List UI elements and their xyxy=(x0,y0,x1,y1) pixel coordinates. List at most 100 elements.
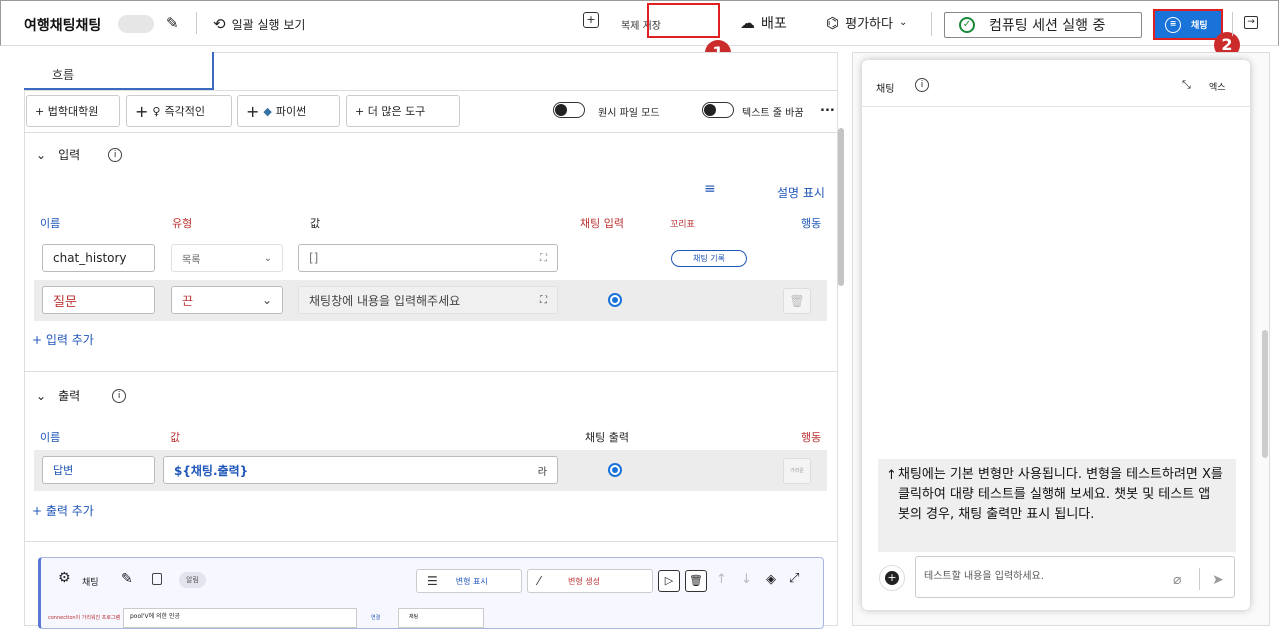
flow-editor-panel xyxy=(24,52,838,626)
plus-icon: + xyxy=(135,101,149,121)
info-icon: i xyxy=(112,388,127,403)
more-tools-button[interactable]: + 더 많은 도구 xyxy=(346,95,460,127)
chat-notice-text: 채팅에는 기본 변형만 사용됩니다. 변형을 테스트하려면 X를 클릭하여 대량… xyxy=(898,467,1223,522)
edit-pencil-icon[interactable]: ✎ xyxy=(121,571,133,587)
deploy-label: 배포 xyxy=(761,16,787,32)
delete-node-icon[interactable]: 🗑 xyxy=(685,570,707,592)
divider xyxy=(931,12,932,36)
add-output-link[interactable]: + 출력 추가 xyxy=(32,502,94,519)
api-select[interactable]: 채팅 xyxy=(398,608,484,628)
col-value: 값 xyxy=(170,431,181,444)
move-up-icon[interactable]: ↑ xyxy=(716,572,727,587)
divider xyxy=(1199,568,1200,590)
col-tail: 꼬리표 xyxy=(670,220,695,230)
compute-session-button[interactable]: ✓ 컴퓨팅 세션 실행 중 xyxy=(944,12,1142,38)
new-chat-button[interactable]: + xyxy=(879,565,905,591)
chat-notice: ↑ 채팅에는 기본 변형만 사용됩니다. 변형을 테스트하려면 X를 클릭하여 … xyxy=(878,459,1236,552)
plus-circle-icon: + xyxy=(885,571,899,585)
info-arrow-icon: ↑ xyxy=(886,468,897,483)
input-value-field[interactable]: 채팅창에 내용을 입력해주세요 ⛶ xyxy=(298,286,558,314)
show-variants-button[interactable]: ☰ 변형 표시 xyxy=(416,569,522,593)
flow-toggle[interactable] xyxy=(118,15,154,33)
copy-icon[interactable] xyxy=(152,573,162,585)
info-icon: i xyxy=(108,147,123,162)
run-node-icon[interactable]: ▷ xyxy=(658,570,680,592)
scrollbar[interactable] xyxy=(1262,330,1268,458)
col-value: 값 xyxy=(310,217,321,230)
node-title: 채팅 xyxy=(82,578,99,588)
input-name-field[interactable]: chat_history xyxy=(42,244,155,272)
divider xyxy=(24,371,838,372)
scrollbar[interactable] xyxy=(838,128,844,286)
show-description-link[interactable]: 설명 표시 xyxy=(777,184,825,201)
api-label: 연결 xyxy=(371,615,381,621)
instant-button[interactable]: + ♀ 즉각적인 xyxy=(126,95,232,127)
evaluate-button[interactable]: ⌬ 평가하다 ⌄ xyxy=(826,13,907,33)
connection-field[interactable]: pool'V에 의한 인공 xyxy=(123,608,357,628)
info-icon: i xyxy=(915,78,929,92)
python-label: 파이썬 xyxy=(275,105,307,118)
col-chat-input: 채팅 입력 xyxy=(580,217,624,230)
chat-expand-label[interactable]: 엑스 xyxy=(1209,80,1226,93)
panel-toggle-icon[interactable]: → xyxy=(1244,16,1258,29)
output-suffix: 라 xyxy=(537,466,547,478)
chat-bubble-icon: ≡ xyxy=(1165,16,1181,33)
edit-pencil-icon[interactable]: ✎ xyxy=(166,14,179,32)
delete-icon[interactable]: 🗑 xyxy=(783,288,811,314)
send-icon[interactable]: ➤ xyxy=(1212,572,1224,588)
chat-button-label: 채팅 xyxy=(1191,21,1208,31)
col-name: 이름 xyxy=(40,431,61,444)
evaluate-label: 평가하다 xyxy=(845,17,893,32)
outputs-section-header[interactable]: ⌄ 출력 i xyxy=(36,387,127,404)
chat-title: 채팅 xyxy=(876,84,895,95)
deploy-button[interactable]: ☁ 배포 xyxy=(740,13,787,33)
expand-icon[interactable]: ⛶ xyxy=(540,253,547,264)
chat-output-radio[interactable] xyxy=(608,463,622,477)
generate-variants-button[interactable]: ⁄ 변형 생성 xyxy=(527,569,653,593)
col-chat-output: 채팅 출력 xyxy=(585,431,629,444)
col-action: 행동 xyxy=(801,217,822,230)
show-variants-label: 변형 표시 xyxy=(455,576,488,586)
input-type-value: 끈 xyxy=(182,293,194,308)
magic-wand-icon: ⁄ xyxy=(538,574,541,588)
attach-icon[interactable]: ⌀ xyxy=(1173,572,1181,588)
inputs-section-header[interactable]: ⌄ 입력 i xyxy=(36,146,123,163)
description-icon[interactable]: ≡ xyxy=(704,181,716,197)
inputs-title: 입력 xyxy=(58,148,81,162)
chevron-down-icon: ⌄ xyxy=(36,388,47,403)
more-menu-icon[interactable]: ... xyxy=(820,100,835,115)
col-name: 이름 xyxy=(40,217,61,230)
divider xyxy=(196,12,197,34)
chat-input-radio[interactable] xyxy=(608,293,622,307)
add-input-link[interactable]: + 입력 추가 xyxy=(32,331,94,348)
chat-button[interactable]: ≡ 채팅 xyxy=(1153,9,1223,40)
hide-output-button[interactable]: 가리운 xyxy=(783,458,811,484)
locate-icon[interactable]: ◈ xyxy=(766,572,776,587)
expand-icon[interactable]: ⛶ xyxy=(540,295,547,306)
batch-run-button[interactable]: ⟲ 일괄 실행 보기 xyxy=(213,15,305,33)
input-value: [] xyxy=(309,251,319,265)
raw-file-mode-switch[interactable] xyxy=(553,102,585,118)
input-type-select[interactable]: 목록 ⌄ xyxy=(171,244,283,272)
clone-icon[interactable]: + xyxy=(583,12,599,28)
check-circle-icon: ✓ xyxy=(959,17,975,33)
sliders-icon: ☰ xyxy=(427,574,438,588)
input-type-select[interactable]: 끈 ⌄ xyxy=(171,286,283,314)
chat-input[interactable]: 테스트할 내용을 입력하세요. xyxy=(915,556,1235,598)
instant-label: 즉각적인 xyxy=(164,105,205,118)
chat-history-tag[interactable]: 채팅 기록 xyxy=(671,250,747,267)
text-wrap-switch[interactable] xyxy=(702,102,734,118)
tab-flow[interactable]: 흐름 xyxy=(24,52,214,90)
law-school-button[interactable]: + 법학대학원 xyxy=(26,95,120,127)
collapse-icon[interactable]: ⤡ xyxy=(1182,78,1191,92)
chevron-down-icon: ⌄ xyxy=(261,293,272,307)
input-name-field[interactable]: 질문 xyxy=(42,286,155,314)
node-tag: 알림 xyxy=(179,572,206,588)
python-button[interactable]: + ◆ 파이썬 xyxy=(237,95,340,127)
expand-node-icon[interactable]: ⤢ xyxy=(789,571,799,586)
input-value-field[interactable]: [] ⛶ xyxy=(298,244,558,272)
move-down-icon[interactable]: ↓ xyxy=(741,572,752,587)
plus-icon: + xyxy=(246,101,260,121)
output-value-field[interactable]: ${채팅.출력} 라 xyxy=(163,456,558,484)
output-name-field[interactable]: 답변 xyxy=(42,456,155,484)
